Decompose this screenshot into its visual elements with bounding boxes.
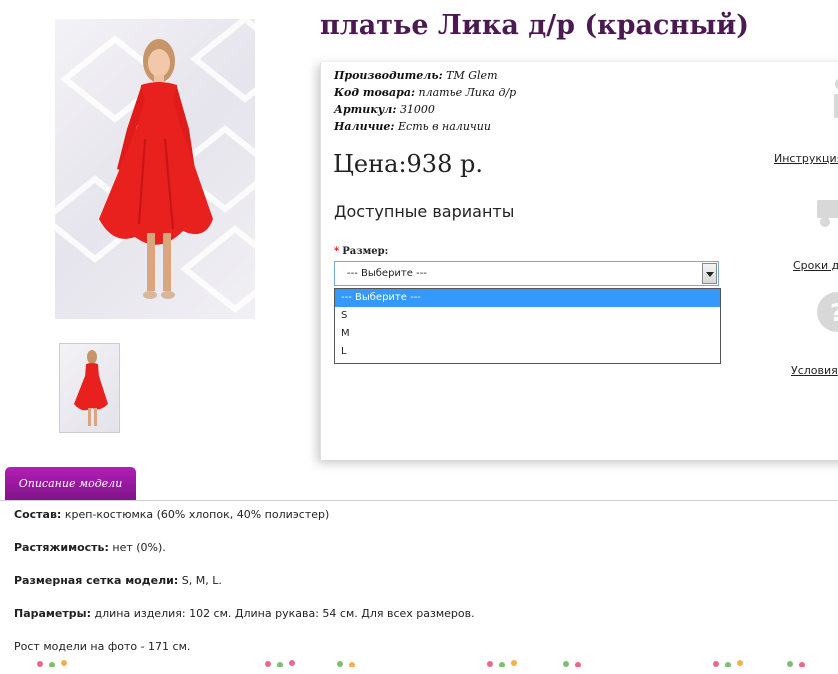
required-mark: * <box>334 246 340 257</box>
product-price: Цена:938 р. <box>333 150 483 178</box>
size-option-l[interactable]: L <box>335 343 720 361</box>
sizes-value: S, M, L. <box>181 574 222 587</box>
sku-label: Артикул: <box>334 103 397 116</box>
flower-border-decoration <box>37 660 805 667</box>
product-code-row: Код товара: платье Лика д/р <box>334 84 516 101</box>
manufacturer-value: TM Glem <box>446 69 498 82</box>
sku-row: Артикул: 31000 <box>334 101 516 118</box>
size-option-placeholder[interactable]: --- Выберите --- <box>335 289 720 307</box>
product-code-value: платье Лика д/р <box>418 86 517 99</box>
info-icon[interactable] <box>821 76 838 120</box>
stock-row: Наличие: Есть в наличии <box>334 118 516 135</box>
model-height-row: Рост модели на фото - 171 см. <box>14 640 191 653</box>
params-value: длина изделия: 102 см. Длина рукава: 54 … <box>94 607 475 620</box>
instruction-link[interactable]: Инструкция <box>774 152 838 165</box>
product-meta: Производитель: TM Glem Код товара: плать… <box>334 67 516 135</box>
sku-value: 31000 <box>399 103 435 116</box>
product-main-photo[interactable] <box>55 19 255 319</box>
sizes-row: Размерная сетка модели: S, M, L. <box>14 575 475 586</box>
tab-divider <box>0 500 838 501</box>
composition-label: Состав: <box>14 508 62 521</box>
stock-label: Наличие: <box>334 120 395 133</box>
svg-text:?: ? <box>830 299 838 327</box>
size-label: * Размер: <box>334 246 388 257</box>
product-title: платье Лика д/р (красный) <box>320 10 750 41</box>
tab-description[interactable]: Описание модели <box>5 467 136 500</box>
stock-value: Есть в наличии <box>398 120 491 133</box>
composition-value: креп-костюмка (60% хлопок, 40% полиэстер… <box>64 508 330 521</box>
product-info-panel: Производитель: TM Glem Код товара: плать… <box>320 62 838 460</box>
size-dropdown-list: --- Выберите --- S M L <box>334 288 721 364</box>
stretch-row: Растяжимость: нет (0%). <box>14 542 475 553</box>
size-select-value: --- Выберите --- <box>347 268 427 279</box>
product-thumbnail[interactable] <box>59 343 120 433</box>
conditions-link[interactable]: Условия <box>791 364 838 377</box>
question-icon[interactable]: ? <box>815 290 838 334</box>
params-label: Параметры: <box>14 607 91 620</box>
product-code-label: Код товара: <box>334 86 416 99</box>
manufacturer-label: Производитель: <box>334 69 443 82</box>
size-select[interactable]: --- Выберите --- <box>334 261 719 286</box>
dress-photo-illustration <box>55 19 255 313</box>
dress-thumbnail-illustration <box>74 350 108 426</box>
delivery-terms-link[interactable]: Сроки до <box>793 259 838 272</box>
chevron-down-icon[interactable] <box>702 263 717 284</box>
sizes-label: Размерная сетка модели: <box>14 574 179 587</box>
stretch-value: нет (0%). <box>112 541 166 554</box>
stretch-label: Растяжимость: <box>14 541 109 554</box>
truck-icon[interactable] <box>813 188 838 232</box>
size-option-s[interactable]: S <box>335 307 720 325</box>
manufacturer-row: Производитель: TM Glem <box>334 67 516 84</box>
composition-row: Состав: креп-костюмка (60% хлопок, 40% п… <box>14 509 475 520</box>
size-option-m[interactable]: M <box>335 325 720 343</box>
product-description: Состав: креп-костюмка (60% хлопок, 40% п… <box>14 509 475 674</box>
variants-heading: Доступные варианты <box>334 202 515 221</box>
params-row: Параметры: длина изделия: 102 см. Длина … <box>14 608 475 619</box>
size-label-text: Размер: <box>342 246 389 257</box>
